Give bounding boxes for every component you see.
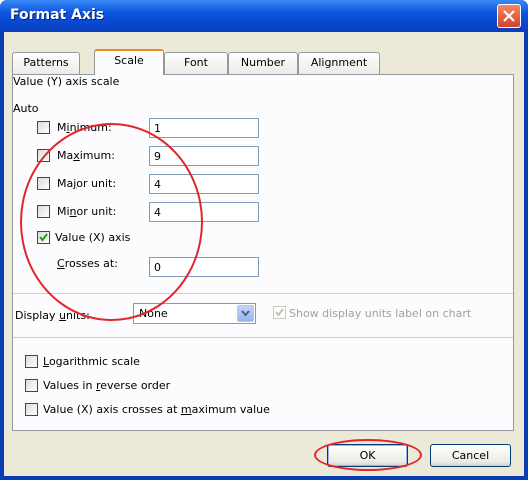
tab-patterns[interactable]: Patterns (12, 52, 80, 74)
value-x-axis-checkbox[interactable] (37, 231, 50, 244)
minor-unit-auto-checkbox[interactable] (37, 205, 50, 218)
major-unit-auto-checkbox[interactable] (37, 177, 50, 190)
major-unit-input[interactable]: 4 (149, 174, 259, 194)
ok-button[interactable]: OK (327, 444, 408, 467)
close-button[interactable] (497, 4, 521, 28)
display-units-value: None (139, 307, 168, 320)
chevron-down-icon (241, 310, 250, 317)
tab-number[interactable]: Number (228, 52, 298, 74)
auto-label: Auto (13, 102, 39, 115)
minimum-input[interactable]: 1 (149, 118, 259, 138)
crosses-max-label: Value (X) axis crosses at maximum value (43, 403, 270, 416)
reverse-order-checkbox[interactable] (25, 379, 38, 392)
scale-heading: Value (Y) axis scale (13, 75, 120, 88)
maximum-auto-checkbox[interactable] (37, 149, 50, 162)
tab-scale[interactable]: Scale (94, 49, 164, 75)
tab-alignment[interactable]: Alignment (298, 52, 380, 74)
major-unit-label: Major unit: (57, 177, 117, 190)
logarithmic-label: Logarithmic scale (43, 355, 140, 368)
close-icon (503, 10, 515, 22)
maximum-input[interactable]: 9 (149, 146, 259, 166)
minimum-auto-checkbox[interactable] (37, 121, 50, 134)
crosses-at-input[interactable]: 0 (149, 257, 259, 277)
reverse-order-label: Values in reverse order (43, 379, 171, 392)
maximum-label: Maximum: (57, 149, 115, 162)
display-units-dropdown-button[interactable] (237, 305, 254, 322)
logarithmic-checkbox[interactable] (25, 355, 38, 368)
minimum-label: Minimum: (57, 121, 112, 134)
display-units-select[interactable]: None (133, 303, 256, 324)
checkmark-icon (275, 308, 284, 317)
value-x-axis-label: Value (X) axis (55, 231, 131, 244)
title-bar[interactable]: Format Axis (0, 0, 528, 32)
format-axis-window: Format Axis Patterns Scale Font Number A… (0, 0, 528, 480)
crosses-at-label: Crosses at: (57, 257, 118, 270)
tab-font[interactable]: Font (164, 52, 228, 74)
dialog-body: Patterns Scale Font Number Alignment Val… (4, 32, 524, 476)
show-units-label-text: Show display units label on chart (289, 307, 472, 320)
checkmark-icon (39, 233, 48, 242)
separator (13, 337, 513, 338)
separator (13, 293, 513, 294)
crosses-max-checkbox[interactable] (25, 403, 38, 416)
show-units-label-checkbox[interactable] (273, 306, 286, 319)
minor-unit-label: Minor unit: (57, 205, 117, 218)
minor-unit-input[interactable]: 4 (149, 202, 259, 222)
cancel-button[interactable]: Cancel (430, 444, 511, 467)
display-units-label: Display units: (15, 309, 90, 322)
window-title: Format Axis (10, 7, 105, 23)
scale-panel: Value (Y) axis scale Auto Minimum: 1 Max… (12, 74, 514, 431)
